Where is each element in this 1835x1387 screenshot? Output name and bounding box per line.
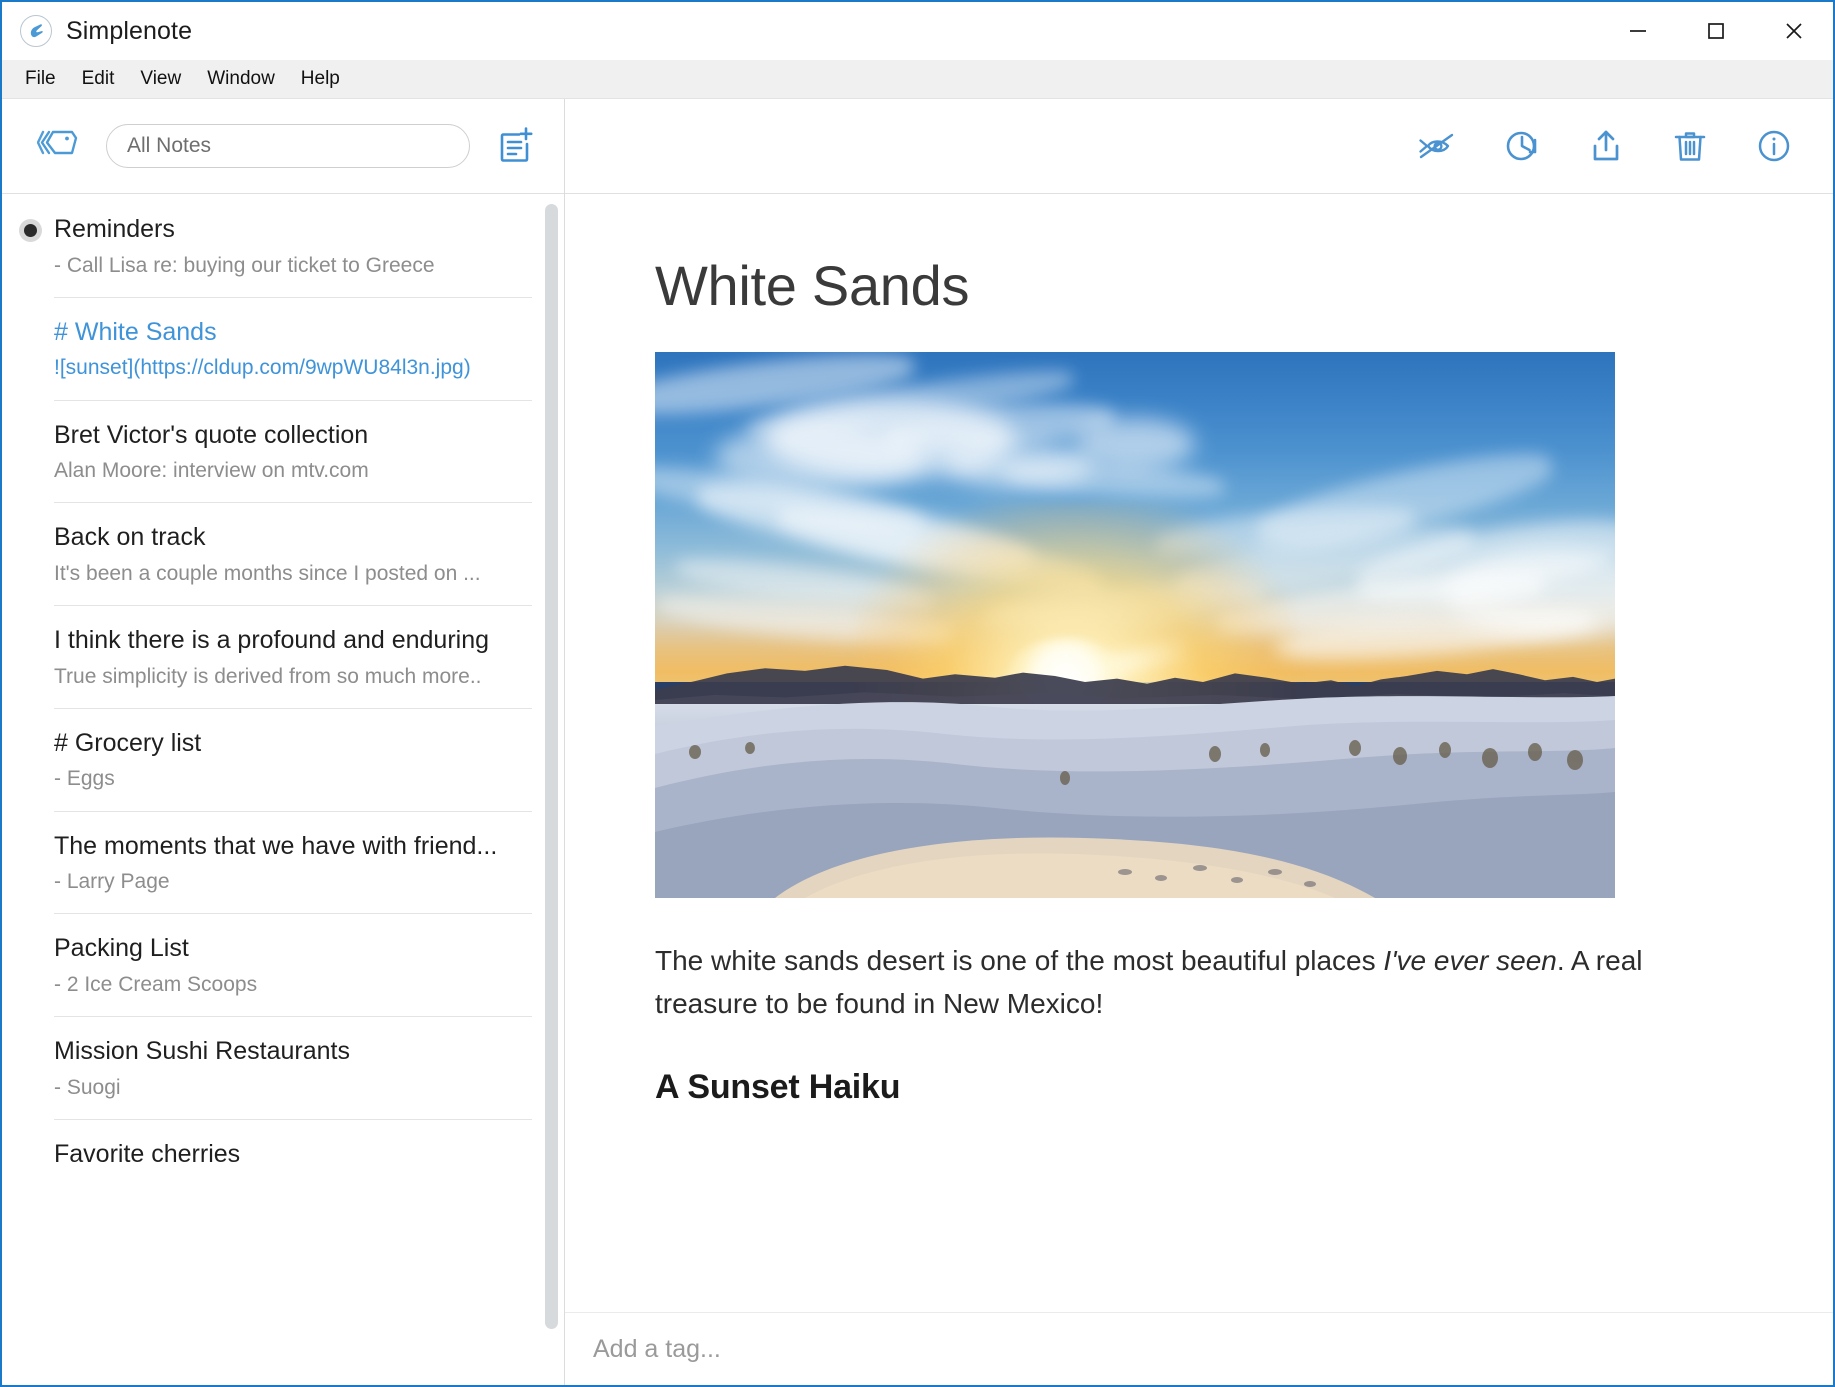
note-content: White Sands <box>565 194 1833 1107</box>
note-item-preview: - 2 Ice Cream Scoops <box>54 972 524 998</box>
note-item-title: Packing List <box>54 933 524 964</box>
note-item-preview: - Larry Page <box>54 869 524 895</box>
image-dune-shapes <box>655 692 1615 898</box>
note-item-title: Reminders <box>54 214 524 245</box>
note-list-item[interactable]: Bret Victor's quote collection Alan Moore… <box>2 400 564 503</box>
minimize-button[interactable] <box>1599 2 1677 60</box>
note-item-title: The moments that we have with friend... <box>54 831 524 862</box>
window-title: Simplenote <box>66 17 192 46</box>
note-item-title: # Grocery list <box>54 728 524 759</box>
simplenote-window: Simplenote File Edit View Window Help <box>0 0 1835 1387</box>
note-list-item[interactable]: I think there is a profound and enduring… <box>2 605 564 708</box>
menu-edit[interactable]: Edit <box>69 64 128 94</box>
note-title: White Sands <box>655 256 1743 316</box>
note-item-preview: True simplicity is derived from so much … <box>54 664 524 690</box>
note-item-preview: Alan Moore: interview on mtv.com <box>54 458 524 484</box>
note-list-scrollbar[interactable] <box>545 204 558 1329</box>
editor-scroll-area: White Sands <box>565 194 1833 1385</box>
note-item-preview: - Suogi <box>54 1075 524 1101</box>
maximize-button[interactable] <box>1677 2 1755 60</box>
note-list-item[interactable]: Favorite cherries <box>2 1119 564 1188</box>
search-input[interactable] <box>127 134 449 158</box>
history-icon[interactable] <box>1499 123 1545 169</box>
menu-help[interactable]: Help <box>288 64 353 94</box>
note-list-pane: Reminders - Call Lisa re: buying our tick… <box>2 99 565 1385</box>
note-paragraph: The white sands desert is one of the mos… <box>655 940 1743 1025</box>
note-item-title: I think there is a profound and enduring <box>54 625 524 656</box>
menu-window[interactable]: Window <box>194 64 288 94</box>
published-indicator-icon <box>19 219 42 242</box>
info-icon[interactable] <box>1751 123 1797 169</box>
note-list-item[interactable]: Packing List - 2 Ice Cream Scoops <box>2 913 564 1016</box>
note-list-item[interactable]: # White Sands ![sunset](https://cldup.com… <box>2 297 564 400</box>
note-list-item[interactable]: The moments that we have with friend... -… <box>2 811 564 914</box>
note-subheading: A Sunset Haiku <box>655 1068 1743 1107</box>
main-content: Reminders - Call Lisa re: buying our tick… <box>2 99 1833 1385</box>
note-paragraph-italic: I've ever seen <box>1383 945 1556 976</box>
note-list-item[interactable]: Mission Sushi Restaurants - Suogi <box>2 1016 564 1119</box>
search-field-wrapper[interactable] <box>106 124 470 168</box>
window-controls <box>1599 2 1833 60</box>
note-list-item[interactable]: Back on track It's been a couple months s… <box>2 502 564 605</box>
note-item-title: Back on track <box>54 522 524 553</box>
note-item-title: Bret Victor's quote collection <box>54 420 524 451</box>
new-note-icon[interactable] <box>488 122 542 170</box>
simplenote-logo-icon <box>20 15 52 47</box>
note-list-toolbar <box>2 99 564 194</box>
add-tag-input[interactable] <box>593 1335 1709 1364</box>
note-item-preview: ![sunset](https://cldup.com/9wpWU84l3n.j… <box>54 355 524 381</box>
editor-toolbar <box>565 99 1833 194</box>
share-icon[interactable] <box>1583 123 1629 169</box>
note-item-preview: It's been a couple months since I posted… <box>54 561 524 587</box>
close-button[interactable] <box>1755 2 1833 60</box>
note-item-title: Mission Sushi Restaurants <box>54 1036 524 1067</box>
note-list-item[interactable]: # Grocery list - Eggs <box>2 708 564 811</box>
note-item-title: Favorite cherries <box>54 1139 524 1170</box>
eye-slash-icon[interactable] <box>1415 123 1461 169</box>
tag-drawer-icon[interactable] <box>32 123 84 169</box>
note-image-sunset <box>655 352 1615 898</box>
note-item-preview: - Call Lisa re: buying our ticket to Gre… <box>54 253 524 279</box>
trash-icon[interactable] <box>1667 123 1713 169</box>
tag-bar[interactable] <box>565 1312 1833 1385</box>
note-item-title: # White Sands <box>54 317 524 348</box>
note-editor-pane: White Sands <box>565 99 1833 1385</box>
menu-file[interactable]: File <box>12 64 69 94</box>
menu-bar: File Edit View Window Help <box>2 60 1833 99</box>
note-paragraph-part1: The white sands desert is one of the mos… <box>655 945 1383 976</box>
title-bar-left: Simplenote <box>2 15 192 47</box>
title-bar: Simplenote <box>2 2 1833 60</box>
note-list-item[interactable]: Reminders - Call Lisa re: buying our tick… <box>2 194 564 297</box>
note-item-preview: - Eggs <box>54 766 524 792</box>
menu-view[interactable]: View <box>127 64 194 94</box>
note-list[interactable]: Reminders - Call Lisa re: buying our tick… <box>2 194 564 1385</box>
